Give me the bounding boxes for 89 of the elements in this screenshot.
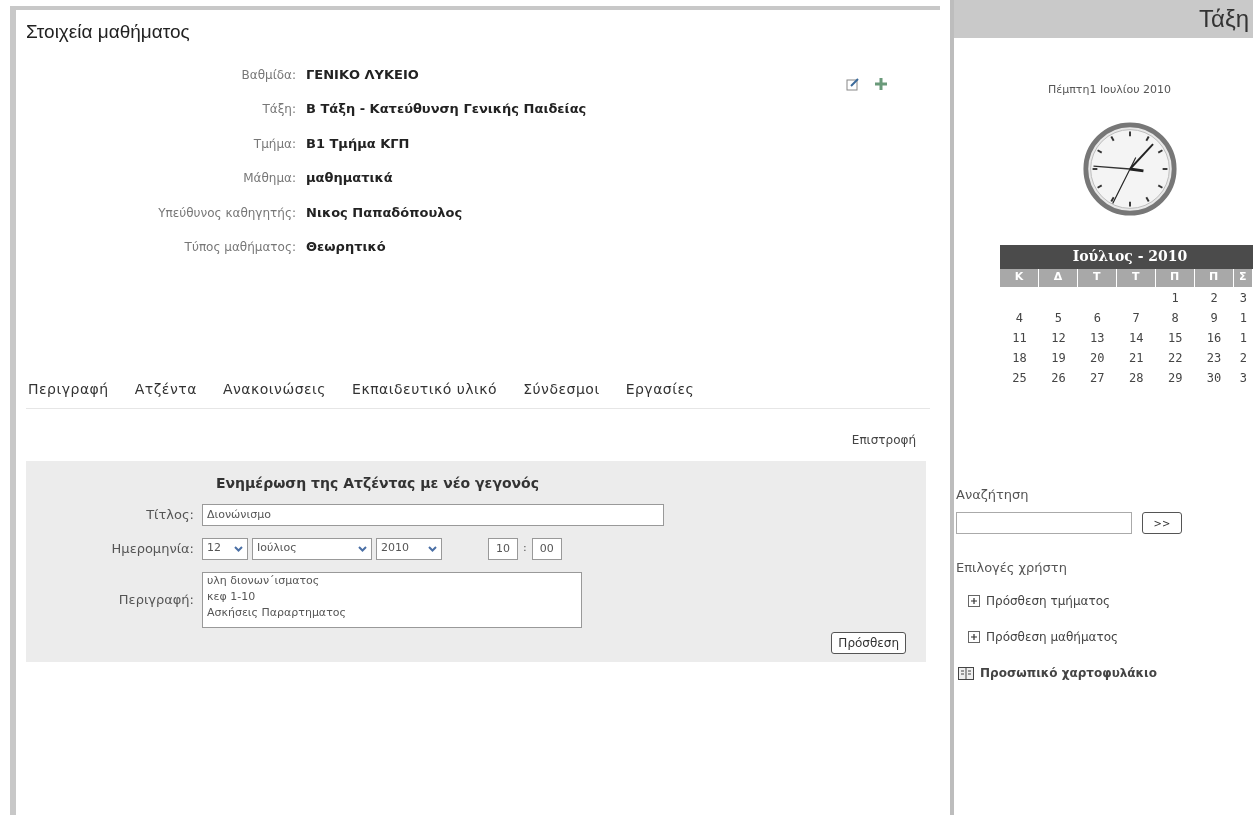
calendar-day[interactable]: 6 bbox=[1093, 310, 1101, 325]
tab-link[interactable]: Ανακοινώσεις bbox=[222, 378, 327, 400]
calendar-day[interactable]: 8 bbox=[1171, 310, 1179, 325]
field-label: Βαθμίδα: bbox=[240, 66, 296, 84]
tab-link[interactable]: Ατζέντα bbox=[134, 378, 197, 400]
calendar-day[interactable]: 3 bbox=[1239, 290, 1247, 305]
tab-link[interactable]: Σύνδεσμοι bbox=[523, 378, 600, 400]
calendar-day[interactable]: 14 bbox=[1129, 330, 1144, 345]
calendar-day[interactable]: 13 bbox=[1090, 330, 1105, 345]
panel-title: Στοιχεία μαθήματος bbox=[26, 20, 191, 44]
field-label: Τμήμα: bbox=[252, 135, 296, 153]
plus-box-icon bbox=[968, 594, 980, 607]
sidebar-header: Τάξη bbox=[954, 0, 1253, 38]
field-label: Τάξη: bbox=[261, 101, 296, 118]
search-input[interactable] bbox=[956, 512, 1132, 534]
calendar-day[interactable]: 1 bbox=[1239, 330, 1247, 345]
user-option-link[interactable]: Πρόσθεση τμήματος bbox=[968, 591, 1253, 610]
weekday-cell: Τ bbox=[1077, 268, 1117, 287]
weekday-cell: Τ bbox=[1116, 268, 1156, 287]
calendar-day[interactable]: 26 bbox=[1051, 370, 1066, 385]
calendar-day[interactable]: 25 bbox=[1012, 370, 1027, 385]
chevron-down-icon bbox=[358, 545, 367, 552]
user-option-link[interactable]: Πρόσθεση μαθήματος bbox=[968, 627, 1253, 646]
calendar-day[interactable]: 20 bbox=[1090, 350, 1105, 365]
calendar-day[interactable]: 22 bbox=[1167, 350, 1183, 365]
calendar-day[interactable]: 19 bbox=[1051, 350, 1066, 365]
current-date: Πέμπτη1 Ιουλίου 2010 bbox=[1048, 82, 1173, 98]
calendar-day[interactable]: 1 bbox=[1171, 290, 1179, 305]
weekday-cell: Π bbox=[1194, 268, 1234, 287]
field-label: Υπεύθυνος καθηγητής: bbox=[157, 204, 296, 222]
calendar-day[interactable]: 21 bbox=[1129, 350, 1144, 365]
calendar-day[interactable]: 5 bbox=[1054, 310, 1062, 325]
back-link[interactable]: Επιστροφή bbox=[851, 430, 916, 449]
calendar-day[interactable]: 12 bbox=[1051, 330, 1066, 345]
calendar-day[interactable]: 15 bbox=[1167, 330, 1183, 345]
calendar-title: Ιούλιος - 2010 bbox=[1000, 244, 1253, 269]
plus-icon[interactable] bbox=[874, 76, 888, 91]
calendar-day[interactable]: 7 bbox=[1132, 310, 1140, 325]
plus-box-icon bbox=[968, 630, 980, 643]
field-value: ΓΕΝΙΚΟ ΛΥΚΕΙΟ bbox=[306, 65, 419, 84]
field-value: Νικος Παπαδόπουλος bbox=[306, 203, 463, 222]
field-value: Β Τάξη - Κατεύθυνση Γενικής Παιδείας bbox=[306, 100, 587, 118]
chevron-down-icon bbox=[428, 545, 437, 552]
tab-link[interactable]: Εκπαιδευτικό υλικό bbox=[352, 378, 498, 400]
date-label: Ημερομηνία: bbox=[110, 539, 195, 558]
book-icon bbox=[958, 665, 974, 680]
time-separator: : bbox=[523, 540, 527, 557]
options-label: Επιλογές χρήστη bbox=[956, 559, 1068, 577]
field-label: Τύπος μαθήματος: bbox=[183, 239, 296, 256]
weekday-cell: Δ bbox=[1038, 268, 1078, 287]
title-label: Τίτλος: bbox=[145, 505, 195, 524]
calendar-day[interactable]: 1 bbox=[1239, 310, 1247, 325]
add-button[interactable]: Πρόσθεση bbox=[831, 631, 906, 654]
calendar-day[interactable]: 4 bbox=[1015, 310, 1024, 325]
calendar-day[interactable]: 16 bbox=[1206, 330, 1222, 345]
field-value: Θεωρητικό bbox=[306, 238, 386, 256]
search-button[interactable]: >> bbox=[1142, 512, 1182, 534]
month-select[interactable]: Ιούλιος bbox=[252, 537, 372, 560]
title-input[interactable]: Διονώνισμο bbox=[202, 503, 664, 526]
calendar-day[interactable]: 2 bbox=[1210, 290, 1218, 305]
weekday-cell: Σ bbox=[1233, 268, 1253, 287]
hour-input[interactable]: 10 bbox=[488, 537, 518, 560]
weekday-cell: Π bbox=[1155, 268, 1195, 287]
year-select[interactable]: 2010 bbox=[376, 537, 442, 560]
search-label: Αναζήτηση bbox=[956, 485, 1030, 504]
field-value: μαθηματικά bbox=[306, 169, 393, 187]
field-label: Μάθημα: bbox=[242, 170, 296, 187]
calendar-day[interactable]: 27 bbox=[1090, 370, 1105, 385]
calendar-day[interactable]: 29 bbox=[1167, 370, 1183, 385]
weekday-cell: Κ bbox=[1000, 268, 1039, 287]
calendar-day[interactable]: 18 bbox=[1012, 350, 1027, 365]
calendar-day[interactable]: 28 bbox=[1129, 370, 1144, 385]
calendar-day[interactable]: 11 bbox=[1012, 330, 1027, 345]
description-textarea[interactable]: υλη διονων΄ισματος κεφ 1-10 Ασκήσεις Παραρτηματος bbox=[202, 571, 582, 628]
field-value: Β1 Τμήμα ΚΓΠ bbox=[306, 134, 410, 153]
tab-link[interactable]: Περιγραφή bbox=[28, 378, 109, 400]
calendar-day[interactable]: 9 bbox=[1210, 310, 1218, 325]
tab-link[interactable]: Εργασίες bbox=[625, 378, 695, 400]
chevron-down-icon bbox=[234, 545, 243, 552]
form-heading: Ενημέρωση της Ατζέντας με νέο γεγονός bbox=[216, 473, 540, 493]
calendar-day[interactable]: 2 bbox=[1239, 350, 1247, 365]
description-label: Περιγραφή: bbox=[117, 590, 195, 609]
day-select[interactable]: 12 bbox=[202, 537, 248, 560]
calendar-day[interactable]: 3 bbox=[1239, 370, 1247, 385]
calendar-day[interactable]: 30 bbox=[1206, 370, 1222, 385]
user-option-link[interactable]: Προσωπικό χαρτοφυλάκιο bbox=[958, 663, 1253, 682]
minute-input[interactable]: 00 bbox=[531, 537, 562, 560]
edit-icon[interactable] bbox=[846, 76, 860, 91]
calendar-day[interactable]: 23 bbox=[1206, 350, 1222, 365]
